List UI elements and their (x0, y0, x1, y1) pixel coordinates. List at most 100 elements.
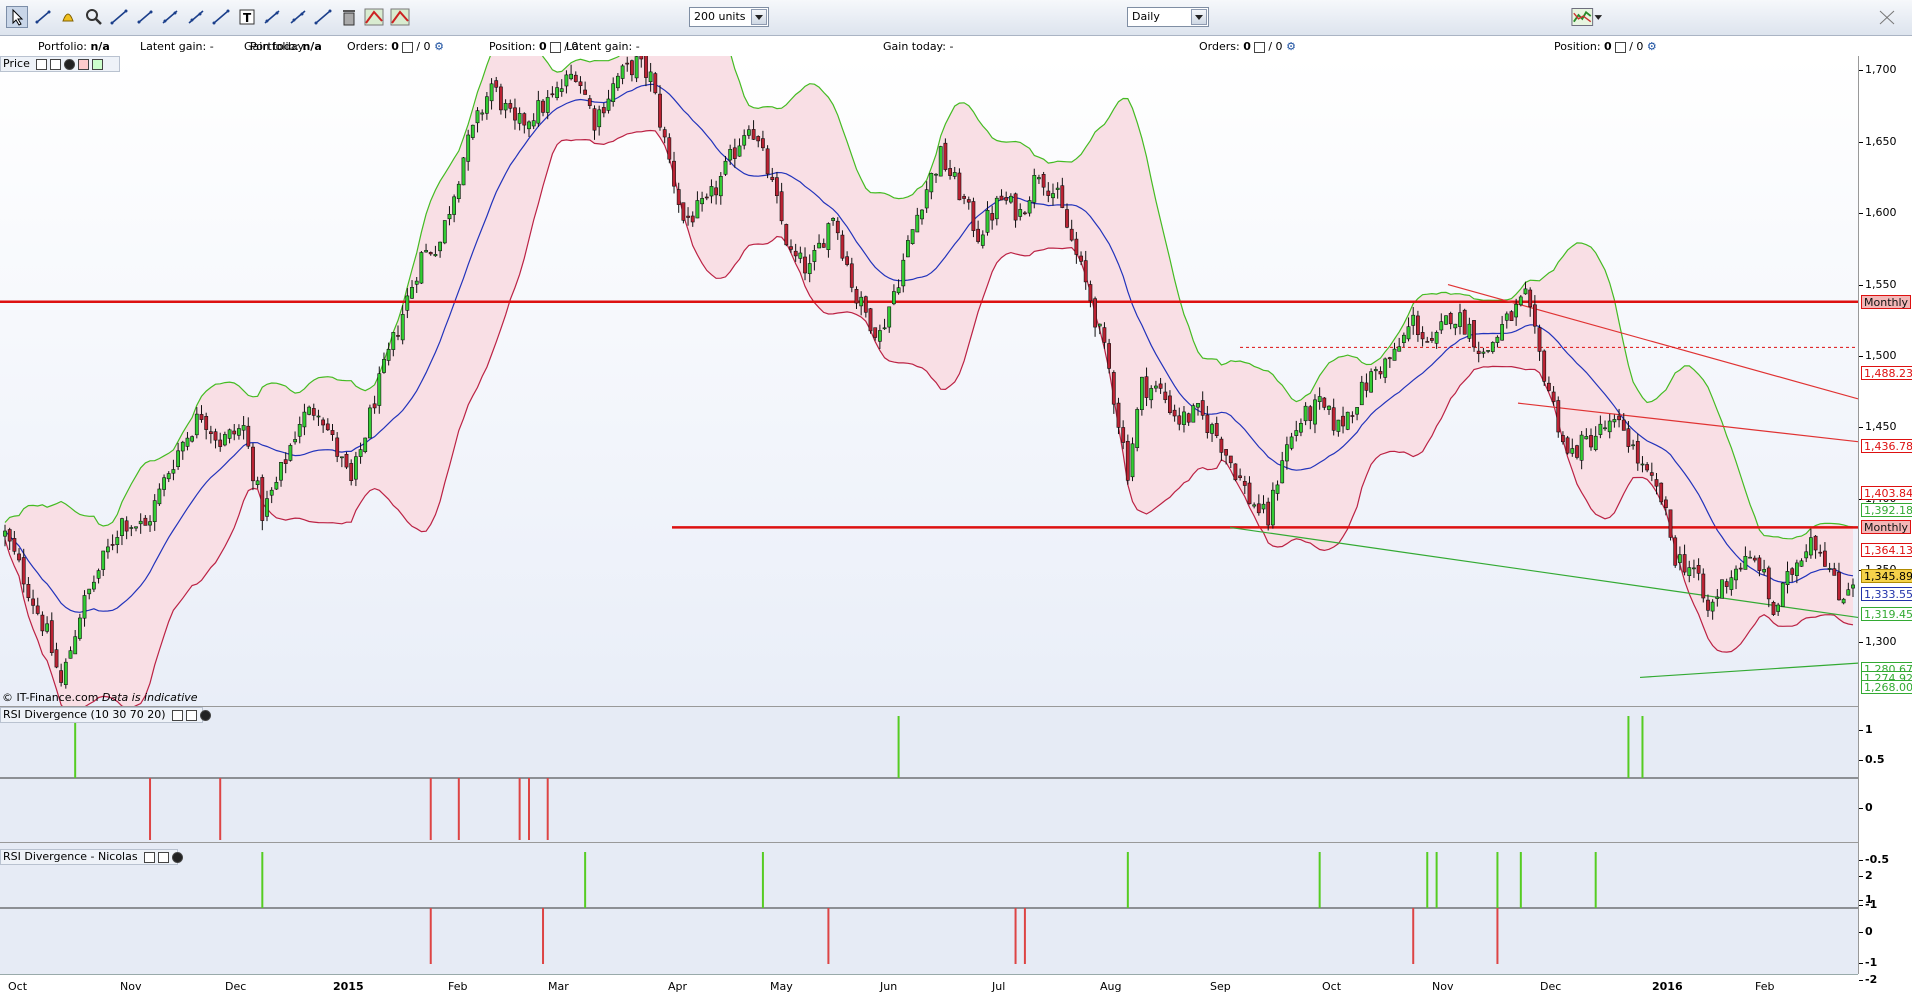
wrench-icon[interactable] (144, 851, 156, 863)
rsi-divergence-chart[interactable] (0, 706, 1858, 842)
window-icon[interactable] (50, 58, 62, 70)
candle-body (87, 588, 92, 595)
candle-body (1008, 195, 1013, 203)
wedge-icon[interactable] (389, 6, 411, 28)
candle-body (54, 649, 59, 668)
line-icon[interactable] (108, 6, 130, 28)
candle-body (1182, 411, 1186, 425)
candle-body (1364, 382, 1369, 391)
fan-icon[interactable] (287, 6, 309, 28)
candle-body (990, 213, 995, 221)
vertical-line-icon[interactable] (185, 6, 207, 28)
window-icon[interactable] (186, 709, 198, 721)
units-dropdown-icon[interactable] (751, 9, 767, 25)
candle-body (1303, 405, 1308, 422)
rsi-divergence-nicolas-chart[interactable] (0, 842, 1858, 974)
triangle-icon[interactable] (363, 6, 385, 28)
candle-body (1678, 554, 1682, 563)
month-label: 2015 (333, 980, 364, 993)
candle-body (1472, 320, 1476, 348)
candle-body (1790, 568, 1795, 575)
units-select[interactable]: 200 units (689, 7, 769, 27)
candle-body (1083, 260, 1088, 283)
candle-body (1046, 190, 1051, 196)
wrench-icon[interactable] (36, 58, 48, 70)
text-icon[interactable]: T (236, 6, 258, 28)
candle-body (910, 229, 915, 244)
channel-icon[interactable] (261, 6, 283, 28)
orders-link-2-icon[interactable]: ⚙ (1286, 40, 1296, 53)
close-icon[interactable] (172, 851, 184, 863)
candle-body (1799, 560, 1804, 567)
window-scroll-icon[interactable] (1876, 6, 1896, 28)
wrench-icon[interactable] (172, 709, 184, 721)
candle-body (1462, 309, 1467, 335)
candle-body (377, 373, 382, 406)
candle-body (269, 489, 274, 496)
candle-body (905, 240, 910, 258)
alarm-bell-icon[interactable] (57, 6, 79, 28)
position-button-icon[interactable] (549, 41, 561, 53)
candle-body (695, 200, 700, 219)
ray-icon[interactable] (134, 6, 156, 28)
candle-body (746, 129, 751, 136)
candle-body (1668, 509, 1673, 538)
trash-icon[interactable] (338, 6, 360, 28)
close-icon[interactable] (200, 709, 212, 721)
candle-body (1715, 596, 1720, 599)
move-panel-icon[interactable] (92, 58, 104, 70)
candle-body (1397, 346, 1402, 352)
window-icon[interactable] (158, 851, 170, 863)
period-select[interactable]: Daily (1127, 7, 1209, 27)
candle-body (1224, 449, 1229, 456)
orders-button-icon[interactable] (401, 41, 413, 53)
month-label: Apr (668, 980, 688, 993)
add-indicator-icon[interactable] (78, 58, 90, 70)
zoom-icon[interactable] (83, 6, 105, 28)
candle-body (625, 62, 630, 65)
candle-body (73, 636, 78, 655)
chart-style-icon[interactable] (1570, 6, 1604, 28)
price-tag: 1,488.23 (1861, 365, 1912, 380)
candle-body (1196, 402, 1200, 408)
position-link-2-icon[interactable]: ⚙ (1647, 40, 1657, 53)
candle-body (1481, 351, 1486, 354)
candle-body (1345, 411, 1350, 430)
candle-body (1818, 551, 1823, 554)
time-axis[interactable]: Oct Nov Dec 2015 Feb Mar Apr May Jun Jul Aug Sep Oct… (0, 974, 1858, 1000)
candle-body (204, 415, 209, 430)
candle-body (1327, 405, 1331, 410)
candle-body (929, 173, 934, 193)
candle-body (1570, 448, 1575, 454)
pointer-icon[interactable] (6, 6, 28, 28)
price-scale[interactable]: 1,7001,6501,6001,5501,5001,4501,4001,350… (1858, 56, 1912, 986)
period-dropdown-icon[interactable] (1191, 9, 1207, 25)
price-chart[interactable]: © IT-Finance.com Data is indicative (0, 56, 1858, 706)
candle-body (1780, 582, 1785, 607)
close-icon[interactable] (64, 58, 76, 70)
candle-body (849, 263, 854, 288)
candle-body (1556, 400, 1561, 433)
fibonacci-icon[interactable] (210, 6, 232, 28)
candle-body (1621, 419, 1626, 431)
candle-body (639, 56, 644, 60)
price-tag: 1,436.78 (1861, 439, 1912, 454)
candle-body (508, 103, 513, 109)
candle-body (1687, 567, 1692, 577)
rsi-divergence-title: RSI Divergence (10 30 70 20) (3, 708, 166, 721)
orders-button-2-icon[interactable] (1253, 41, 1265, 53)
position-button-2-icon[interactable] (1614, 41, 1626, 53)
month-label: Oct (1322, 980, 1342, 993)
month-label: Jun (880, 980, 898, 993)
month-label: Sep (1210, 980, 1231, 993)
ruler-icon[interactable] (32, 6, 54, 28)
candle-body (1140, 376, 1144, 411)
candle-body (1079, 255, 1084, 262)
candle-body (732, 147, 737, 159)
hammer-icon[interactable] (312, 6, 334, 28)
orders-link-icon[interactable]: ⚙ (434, 40, 444, 53)
candle-body (148, 521, 152, 526)
candle-body (1294, 430, 1299, 436)
candle-body (901, 259, 906, 287)
horizontal-line-icon[interactable] (159, 6, 181, 28)
